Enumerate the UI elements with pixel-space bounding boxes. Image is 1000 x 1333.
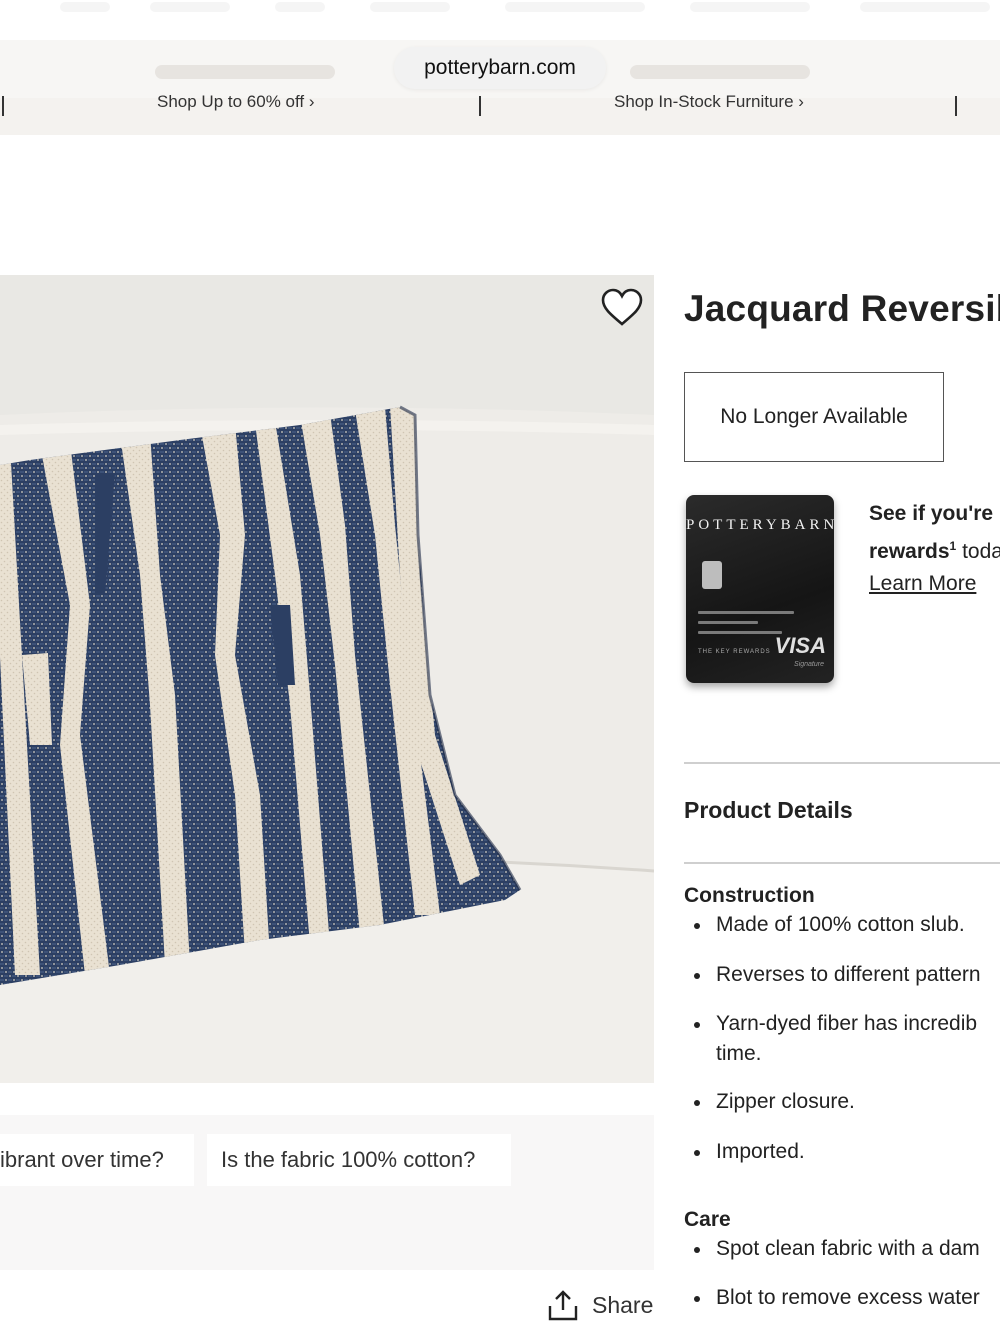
promo-link-in-stock[interactable]: Shop In-Stock Furniture › (614, 92, 804, 112)
card-promo-text: See if you're rewards1 toda Learn More (869, 498, 1000, 600)
card-brand: POTTERYBARN (686, 517, 834, 533)
promo-divider (955, 96, 957, 116)
promo-divider (479, 96, 481, 116)
browser-top-strip (0, 0, 1000, 40)
promo-link-sale[interactable]: Shop Up to 60% off › (157, 92, 315, 112)
share-button[interactable]: Share (546, 1287, 653, 1323)
care-heading: Care (684, 1208, 731, 1231)
product-image[interactable] (0, 275, 654, 1083)
card-fineprint (698, 631, 782, 634)
credit-card-image[interactable]: POTTERYBARN THE KEY REWARDS VISA Signatu… (686, 495, 834, 683)
share-icon (548, 1290, 578, 1321)
promo-faded-text (155, 65, 335, 79)
no-longer-available-button[interactable]: No Longer Available (684, 372, 944, 462)
promo-divider (2, 96, 4, 116)
card-chip-icon (702, 561, 722, 589)
question-chips-strip: ibrant over time? Is the fabric 100% cot… (0, 1115, 654, 1270)
question-chip-cotton[interactable]: Is the fabric 100% cotton? (207, 1134, 511, 1186)
visa-signature: Signature (794, 661, 824, 668)
card-promo-line1: See if you're (869, 502, 994, 525)
card-fineprint (698, 621, 758, 624)
construction-heading: Construction (684, 884, 815, 907)
card-promo-rewards: rewards (869, 540, 950, 563)
site-nav-faded (0, 0, 1000, 20)
wishlist-button[interactable] (600, 288, 644, 328)
url-bar[interactable]: potterybarn.com (394, 47, 606, 89)
question-chip-vibrant[interactable]: ibrant over time? (0, 1134, 194, 1186)
card-fineprint (698, 611, 794, 614)
product-details-toggle[interactable]: Product Details (684, 797, 853, 824)
card-rewards-text: THE KEY REWARDS (698, 649, 771, 655)
promo-faded-text (630, 65, 810, 79)
product-title: Jacquard Reversib (684, 288, 1000, 329)
card-promo-today: toda (956, 540, 1000, 563)
divider (684, 862, 1000, 864)
share-label: Share (592, 1291, 654, 1318)
learn-more-link[interactable]: Learn More (869, 572, 976, 595)
pillow-photo (0, 275, 654, 1083)
heart-icon (601, 288, 643, 326)
visa-logo: VISA (774, 633, 826, 658)
divider (684, 762, 1000, 764)
